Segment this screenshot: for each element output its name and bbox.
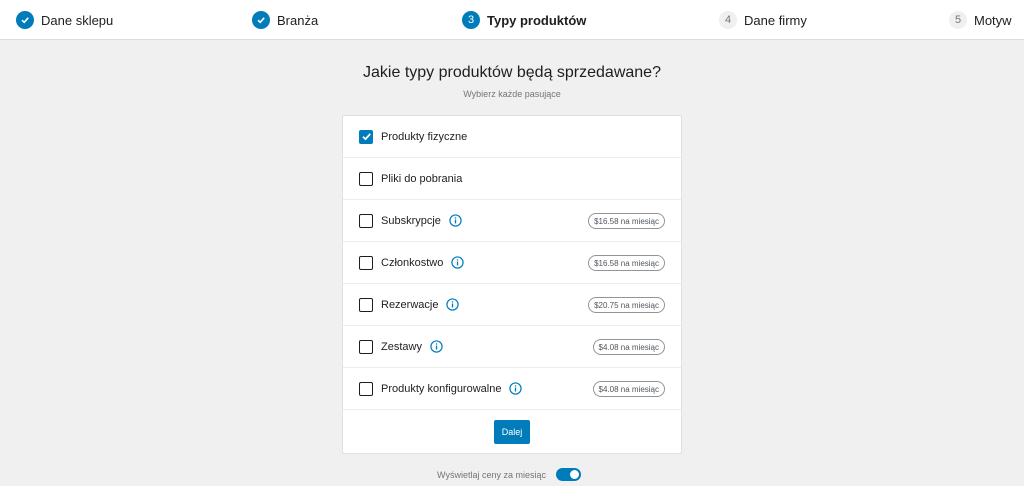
product-type-label: Członkostwo	[381, 256, 444, 269]
setup-stepper: Dane sklepu Branża 3 Typy produktów 4 Da…	[0, 0, 1024, 40]
step-label: Dane sklepu	[41, 12, 114, 28]
checkbox[interactable]	[359, 213, 373, 228]
monthly-price-toggle-label: Wyświetlaj ceny za miesiąc	[437, 470, 546, 480]
product-type-label: Subskrypcje	[381, 214, 441, 227]
step-label: Motyw	[974, 12, 1012, 28]
check-icon	[252, 11, 270, 29]
checkbox[interactable]	[359, 297, 373, 312]
price-badge: $16.58 na miesiąc	[588, 255, 665, 271]
checkbox[interactable]	[359, 171, 373, 186]
product-type-label: Produkty fizyczne	[381, 130, 468, 143]
price-badge: $4.08 na miesiąc	[592, 381, 665, 397]
product-type-row[interactable]: Członkostwo $16.58 na miesiąc	[343, 242, 681, 284]
step-label: Dane firmy	[744, 12, 807, 28]
product-type-label: Produkty konfigurowalne	[381, 382, 502, 395]
step-industry[interactable]: Branża	[252, 11, 318, 29]
info-icon[interactable]	[449, 214, 462, 227]
step-label: Typy produktów	[487, 12, 587, 28]
product-type-row[interactable]: Subskrypcje $16.58 na miesiąc	[343, 200, 681, 242]
price-badge: $4.08 na miesiąc	[592, 339, 665, 355]
toggle-knob	[570, 470, 579, 479]
check-icon	[16, 11, 34, 29]
step-label: Branża	[277, 12, 319, 28]
step-number: 3	[462, 11, 480, 29]
product-types-card: Produkty fizyczne Pliki do pobrania Subs…	[342, 115, 682, 454]
product-type-row[interactable]: Produkty fizyczne	[343, 116, 681, 158]
product-type-row[interactable]: Pliki do pobrania	[343, 158, 681, 200]
info-icon[interactable]	[451, 256, 465, 269]
page-subtitle: Wybierz każde pasujące	[463, 89, 561, 99]
step-theme[interactable]: 5 Motyw	[949, 11, 1012, 29]
checkbox[interactable]	[359, 381, 373, 396]
product-type-label: Zestawy	[381, 340, 422, 353]
checkbox[interactable]	[359, 339, 373, 354]
product-type-label: Pliki do pobrania	[381, 172, 463, 185]
info-icon[interactable]	[446, 298, 460, 311]
price-badge: $20.75 na miesiąc	[588, 297, 665, 313]
info-icon[interactable]	[430, 340, 443, 353]
product-type-row[interactable]: Zestawy $4.08 na miesiąc	[343, 326, 681, 368]
checkbox[interactable]	[359, 255, 373, 270]
step-store-details[interactable]: Dane sklepu	[16, 11, 113, 29]
step-business-details[interactable]: 4 Dane firmy	[719, 11, 807, 29]
monthly-price-toggle[interactable]	[556, 468, 581, 481]
product-type-row[interactable]: Produkty konfigurowalne $4.08 na miesiąc	[343, 368, 681, 410]
product-type-label: Rezerwacje	[381, 298, 439, 311]
step-product-types[interactable]: 3 Typy produktów	[462, 11, 586, 29]
page-title: Jakie typy produktów będą sprzedawane?	[363, 64, 661, 81]
info-icon[interactable]	[509, 382, 523, 395]
next-button[interactable]: Dalej	[494, 420, 530, 444]
product-type-row[interactable]: Rezerwacje $20.75 na miesiąc	[343, 284, 681, 326]
price-badge: $16.58 na miesiąc	[588, 213, 665, 229]
check-icon	[361, 133, 371, 141]
checkbox[interactable]	[359, 129, 373, 144]
step-number: 5	[949, 11, 967, 29]
step-number: 4	[719, 11, 737, 29]
